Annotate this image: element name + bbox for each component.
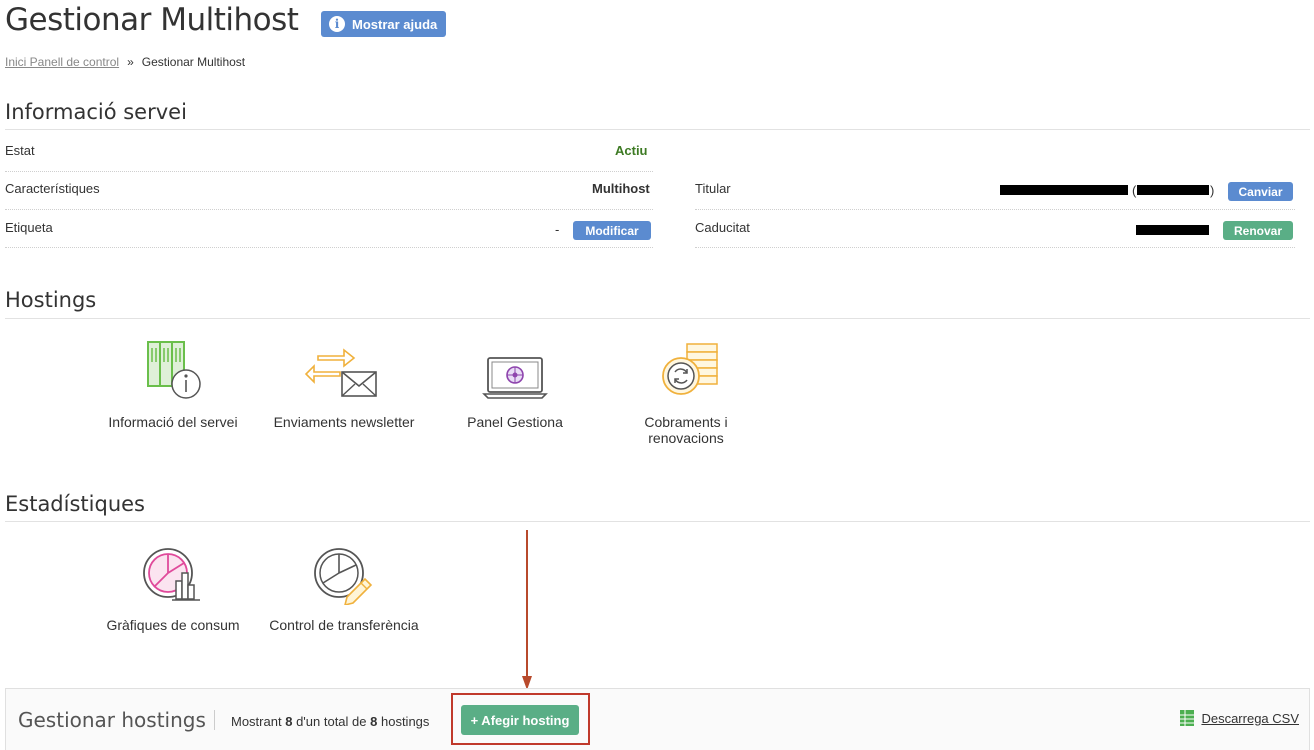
stats-title: Estadístiques	[5, 492, 145, 516]
newsletter-icon	[304, 348, 377, 397]
laptop-panel-icon	[482, 357, 548, 399]
spreadsheet-icon	[1180, 710, 1195, 726]
titular-paren-close: )	[1210, 183, 1215, 198]
etiqueta-value: -	[555, 222, 560, 237]
show-help-button[interactable]: i Mostrar ajuda	[321, 11, 447, 37]
service-info-divider	[5, 129, 1310, 130]
coins-renewal-icon	[662, 343, 718, 395]
row-divider	[5, 247, 653, 248]
tile-transfer-control-label: Control de transferència	[269, 617, 419, 633]
count-prefix: Mostrant	[231, 714, 282, 729]
etiqueta-label: Etiqueta	[5, 220, 53, 235]
tile-panel-gestiona-label: Panel Gestiona	[467, 414, 563, 430]
breadcrumb-home-link[interactable]: Inici Panell de control	[5, 55, 119, 69]
tile-newsletter[interactable]: Enviaments newsletter	[269, 322, 419, 430]
redacted-expiry-date	[1136, 225, 1209, 235]
tile-cobraments[interactable]: Cobraments i renovacions	[611, 322, 761, 446]
hostings-divider	[5, 318, 1310, 319]
tile-transfer-control[interactable]: Control de transferència	[269, 525, 419, 633]
tile-service-info-label: Informació del servei	[108, 414, 238, 430]
row-divider	[5, 209, 653, 210]
breadcrumb-separator: »	[127, 55, 134, 69]
caracteristiques-label: Característiques	[5, 181, 100, 196]
tile-newsletter-label: Enviaments newsletter	[273, 414, 415, 430]
stats-divider	[5, 521, 1310, 522]
bar-divider	[214, 710, 215, 730]
transfer-pie-icon	[314, 548, 373, 605]
estat-value: Actiu	[615, 143, 648, 158]
modificar-button[interactable]: Modificar	[573, 221, 651, 240]
hostings-count: Mostrant 8 d'un total de 8 hostings	[231, 714, 429, 729]
row-divider	[5, 171, 653, 172]
service-info-title: Informació servei	[5, 100, 187, 124]
manage-hostings-bar: Gestionar hostings Mostrant 8 d'un total…	[5, 688, 1310, 750]
redacted-titular-id	[1137, 185, 1209, 195]
row-divider	[695, 209, 1295, 210]
titular-label: Titular	[695, 181, 731, 196]
manage-hostings-title: Gestionar hostings	[18, 708, 206, 732]
row-divider	[695, 247, 1295, 248]
tile-consumption-charts-label: Gràfiques de consum	[106, 617, 240, 633]
count-total: 8	[370, 714, 378, 729]
info-icon: i	[329, 16, 345, 32]
show-help-label: Mostrar ajuda	[352, 16, 438, 32]
page-title: Gestionar Multihost	[5, 2, 299, 38]
estat-label: Estat	[5, 143, 35, 158]
consumption-chart-icon	[143, 548, 200, 601]
tile-panel-gestiona[interactable]: Panel Gestiona	[440, 322, 590, 430]
count-suffix: hostings	[380, 714, 430, 729]
download-csv-label[interactable]: Descarrega CSV	[1201, 711, 1299, 726]
server-info-icon	[147, 341, 201, 399]
renovar-button[interactable]: Renovar	[1223, 221, 1293, 240]
breadcrumb: Inici Panell de control » Gestionar Multih…	[5, 55, 245, 69]
download-csv-link[interactable]: Descarrega CSV	[1179, 709, 1299, 727]
breadcrumb-current: Gestionar Multihost	[141, 55, 246, 69]
titular-paren-open: (	[1132, 183, 1137, 198]
tile-consumption-charts[interactable]: Gràfiques de consum	[98, 525, 248, 633]
add-hosting-button[interactable]: + Afegir hosting	[461, 705, 579, 735]
hostings-title: Hostings	[5, 288, 97, 312]
caducitat-label: Caducitat	[695, 220, 750, 235]
count-middle: d'un total de	[296, 714, 367, 729]
redacted-titular-name	[1000, 185, 1128, 195]
tile-cobraments-label: Cobraments i renovacions	[644, 414, 728, 446]
count-shown: 8	[285, 714, 293, 729]
caracteristiques-value: Multihost	[592, 181, 650, 196]
tile-service-info[interactable]: Informació del servei	[98, 322, 248, 430]
annotation-arrow-icon	[522, 530, 532, 690]
canviar-button[interactable]: Canviar	[1228, 182, 1293, 201]
